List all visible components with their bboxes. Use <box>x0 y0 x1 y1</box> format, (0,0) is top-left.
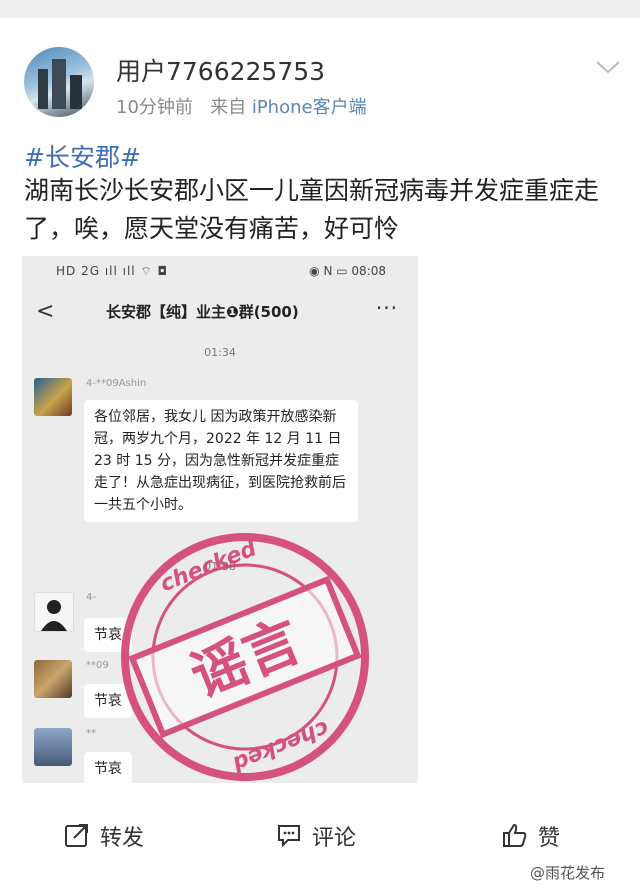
chat-avatar <box>34 378 72 416</box>
chat-avatar <box>34 592 74 632</box>
comment-label: 评论 <box>312 826 357 851</box>
watermark: @雨花发布 <box>530 864 606 882</box>
more-icon: ··· <box>375 296 398 320</box>
hashtag-link[interactable]: #长安郡# <box>24 138 141 174</box>
post-time: 10分钟前 <box>116 97 193 118</box>
chat-avatar <box>34 728 72 766</box>
chat-avatar <box>34 660 72 698</box>
chat-timestamp: 01:34 <box>204 346 236 359</box>
thumbs-up-icon <box>503 823 527 847</box>
post-source[interactable]: iPhone客户端 <box>252 97 367 118</box>
status-left-icons: HD 2G ıll ıll ⌔ ◘ <box>56 264 169 278</box>
rumor-stamp: 谣言 checked checked <box>121 533 369 781</box>
username[interactable]: 用户7766225753 <box>116 52 325 88</box>
chat-header: < 长安郡【纯】业主❶群(500) ··· <box>22 284 418 336</box>
status-time: 08:08 <box>351 264 386 278</box>
phone-status-bar: HD 2G ıll ıll ⌔ ◘ ◉ N ▭ 08:08 <box>22 256 418 284</box>
like-label: 赞 <box>538 826 561 851</box>
chat-title: 长安郡【纯】业主❶群(500) <box>106 303 299 321</box>
status-right: ◉ N ▭ 08:08 <box>309 264 386 278</box>
top-bar <box>0 0 640 18</box>
chat-sender-name: ** <box>86 728 96 739</box>
chat-message-bubble: 各位邻居，我女儿 因为政策开放感染新冠，两岁九个月，2022 年 12 月 11… <box>84 400 358 522</box>
chevron-down-icon[interactable] <box>594 58 622 76</box>
source-prefix: 来自 <box>210 97 247 118</box>
chat-sender-name: 4- <box>86 592 96 603</box>
post-content: 湖南长沙长安郡小区一儿童因新冠病毒并发症重症走了，唉，愿天堂没有痛苦，好可怜 <box>24 176 600 243</box>
avatar[interactable] <box>24 47 94 117</box>
post-meta: 10分钟前 来自 iPhone客户端 <box>116 93 367 119</box>
back-icon: < <box>36 299 55 324</box>
stamp-ring-text-bottom: checked <box>229 715 332 776</box>
repost-label: 转发 <box>100 826 145 851</box>
comment-icon <box>278 825 300 848</box>
chat-sender-name: 4-**09Ashin <box>86 378 147 389</box>
status-icons: ◉ N ▭ <box>309 264 348 278</box>
action-bar: 转发 评论 赞 <box>0 806 640 870</box>
embedded-chat-screenshot[interactable]: HD 2G ıll ıll ⌔ ◘ ◉ N ▭ 08:08 < 长安郡【纯】业主… <box>22 256 418 783</box>
repost-icon <box>65 824 88 847</box>
